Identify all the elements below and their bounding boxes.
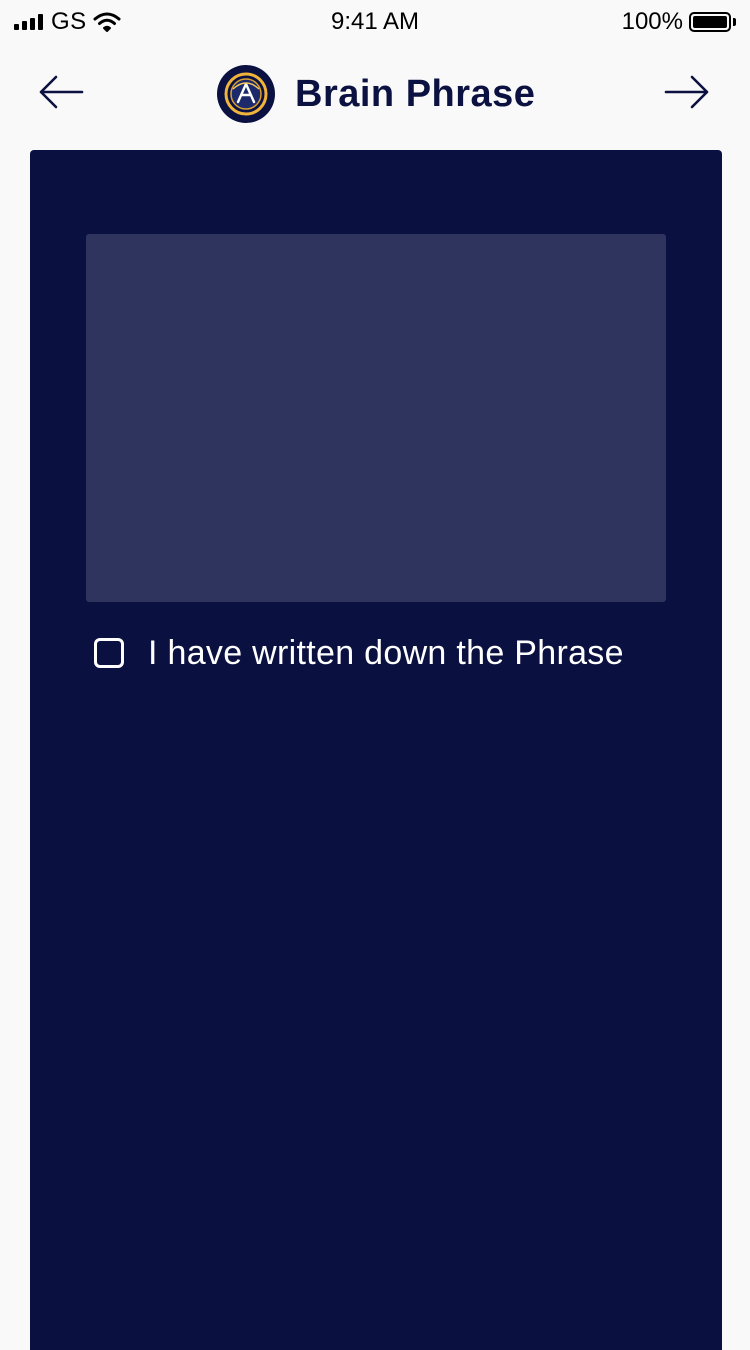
written-down-checkbox[interactable] — [94, 638, 124, 668]
page-title: Brain Phrase — [295, 72, 536, 115]
battery-level — [693, 16, 727, 28]
battery-icon — [689, 12, 731, 32]
arrow-left-icon[interactable] — [38, 74, 84, 110]
phrase-display-box — [86, 234, 666, 602]
app-logo-icon — [217, 65, 275, 123]
battery-percent: 100% — [621, 8, 683, 35]
battery-cap — [733, 18, 736, 26]
status-bar: GS 9:41 AM 100% — [0, 0, 750, 44]
status-bar-right: 100% — [622, 8, 736, 36]
written-down-label: I have written down the Phrase — [148, 633, 624, 672]
nav-bar: Brain Phrase — [0, 50, 750, 136]
nav-title-group: Brain Phrase — [217, 64, 535, 124]
brain-phrase-panel: I have written down the Phrase — [30, 150, 722, 1350]
written-down-confirm-row[interactable]: I have written down the Phrase — [94, 628, 624, 678]
arrow-right-icon[interactable] — [664, 74, 710, 110]
